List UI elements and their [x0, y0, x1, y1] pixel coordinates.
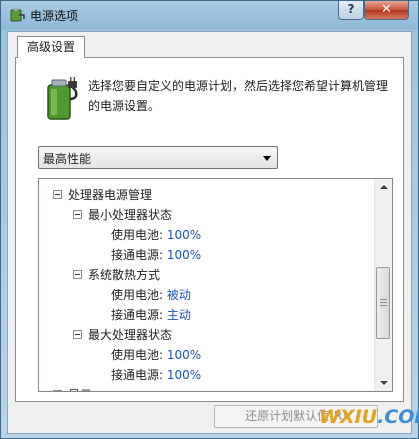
grip-line [380, 305, 387, 306]
title-bar[interactable]: 电源选项 ? ✕ [1, 1, 418, 31]
tree-row-label: 接通电源: [111, 248, 164, 262]
tab-advanced-settings[interactable]: 高级设置 [17, 36, 85, 58]
tree-row[interactable]: 接通电源: 主动 [111, 305, 191, 325]
tree-row[interactable]: 最大处理器状态 [73, 325, 172, 345]
tree-row-value[interactable]: 100% [167, 348, 201, 362]
collapse-icon[interactable] [73, 270, 82, 279]
power-plan-select[interactable]: 最高性能 [38, 146, 278, 169]
tree-row-label: 系统散热方式 [88, 268, 161, 282]
advanced-settings-panel: 选择您要自定义的电源计划，然后选择您希望计算机管理的电源设置。 最高性能 处理器… [15, 57, 404, 402]
collapse-icon[interactable] [73, 210, 82, 219]
power-settings-tree[interactable]: 处理器电源管理 最小处理器状态 使用电池: 100% 接通电源: 100% 系统散热方式… [38, 178, 393, 392]
tree-row[interactable]: 使用电池: 100% [111, 225, 201, 245]
tree-row-value[interactable]: 100% [167, 248, 201, 262]
tree-row-label: 使用电池: [111, 348, 164, 362]
tree-row[interactable]: 最小处理器状态 [73, 205, 172, 225]
vertical-scrollbar[interactable] [374, 179, 392, 391]
tree-row-label: 处理器电源管理 [68, 188, 153, 202]
scroll-up-arrow-icon[interactable] [375, 179, 392, 196]
watermark-part-a: WXIU [319, 406, 378, 428]
grip-line [380, 299, 387, 300]
plan-description: 选择您要自定义的电源计划，然后选择您希望计算机管理的电源设置。 [88, 79, 389, 113]
tree-row-label: 最小处理器状态 [88, 208, 173, 222]
collapse-icon[interactable] [53, 190, 62, 199]
scroll-down-arrow-icon[interactable] [375, 374, 392, 391]
window-title: 电源选项 [30, 9, 79, 23]
help-button[interactable]: ? [338, 1, 364, 20]
tree-row-value[interactable]: 被动 [167, 288, 191, 302]
tree-row[interactable]: 使用电池: 被动 [111, 285, 191, 305]
dialog-client-area: 高级设置 选择您要自定义的电源计划，然后选择您希望计算机管理的电源设置。 最高性… [7, 31, 412, 434]
tree-row-label: 接通电源: [111, 368, 164, 382]
chevron-down-icon [263, 156, 271, 161]
tree-row[interactable]: 处理器电源管理 [53, 185, 152, 205]
selected-plan: 最高性能 [43, 152, 92, 166]
tree-row-label: 最大处理器状态 [88, 328, 173, 342]
tree-row[interactable]: 显示 [53, 385, 92, 391]
tree-row[interactable]: 系统散热方式 [73, 265, 160, 285]
watermark-logo: WXIU.COM [319, 406, 419, 428]
tree-row-value[interactable]: 100% [167, 228, 201, 242]
tree-row[interactable]: 接通电源: 100% [111, 245, 201, 265]
tree-row-label: 显示 [68, 388, 92, 391]
close-button[interactable]: ✕ [364, 1, 409, 20]
grip-line [380, 302, 387, 303]
tree-row-value[interactable]: 主动 [167, 308, 191, 322]
watermark-part-b: .COM [377, 406, 419, 428]
battery-plug-icon [47, 77, 78, 120]
tree-row[interactable]: 使用电池: 100% [111, 345, 201, 365]
tree-row-label: 使用电池: [111, 288, 164, 302]
tree-row-value[interactable]: 100% [167, 368, 201, 382]
power-options-window: 电源选项 ? ✕ 高级设置 选择您要自定义的电源计划，然后选择您希望计算机管理的… [0, 0, 419, 439]
scroll-thumb[interactable] [376, 267, 390, 339]
collapse-icon[interactable] [73, 330, 82, 339]
expand-icon[interactable] [53, 390, 62, 391]
power-options-icon [10, 8, 25, 22]
tree-row-label: 使用电池: [111, 228, 164, 242]
tree-row-label: 接通电源: [111, 308, 164, 322]
tree-row[interactable]: 接通电源: 100% [111, 365, 201, 385]
